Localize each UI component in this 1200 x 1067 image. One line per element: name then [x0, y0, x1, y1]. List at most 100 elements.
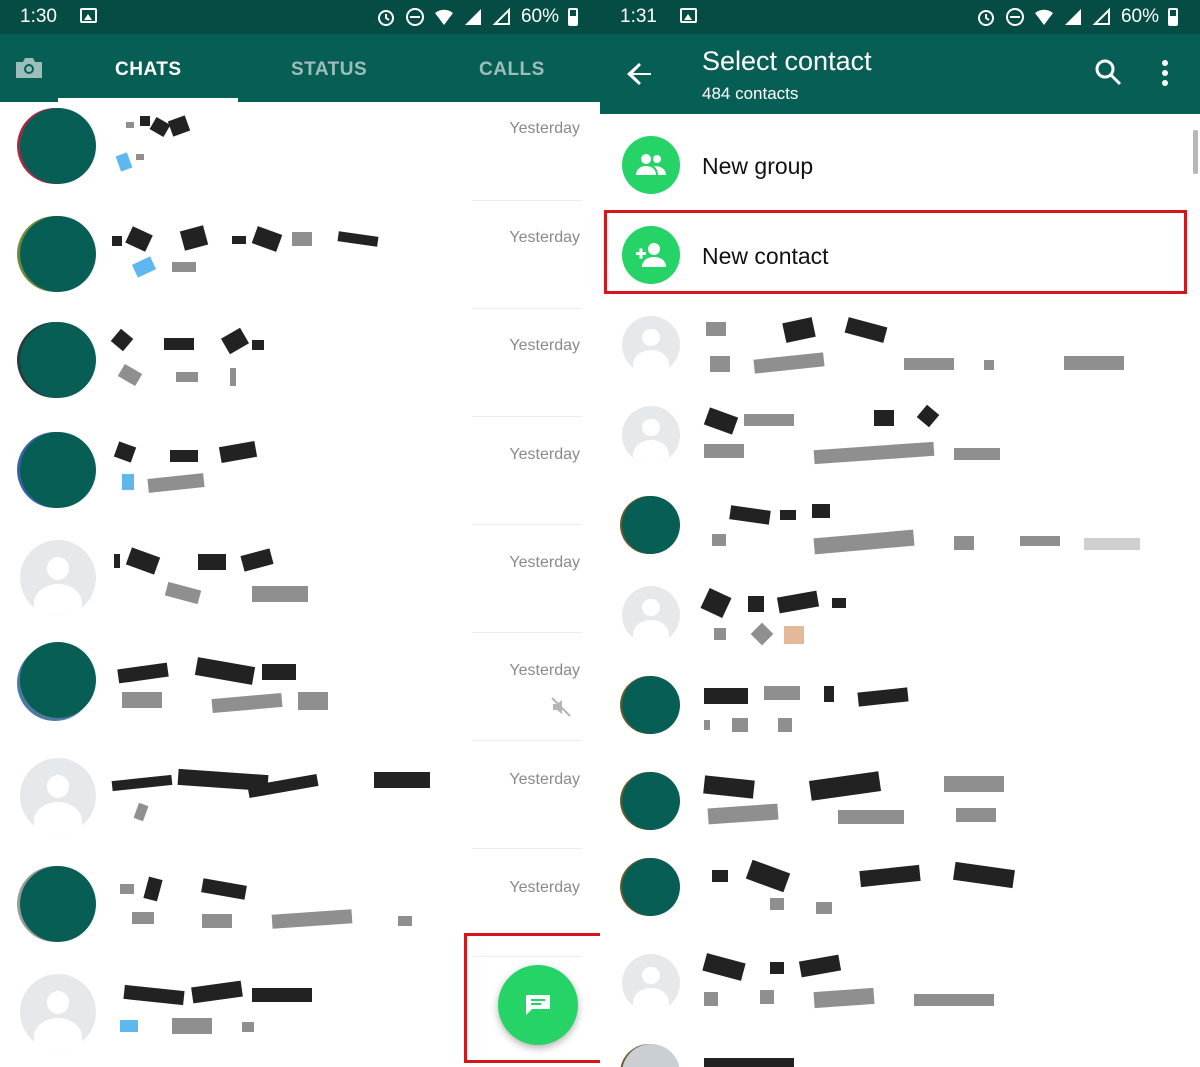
- redaction-mark: [143, 876, 163, 902]
- redaction-mark: [179, 225, 209, 251]
- contact-list-item[interactable]: [600, 1028, 1200, 1067]
- redaction-mark: [745, 859, 791, 893]
- contact-list-item[interactable]: [600, 480, 1200, 570]
- redaction-mark: [712, 534, 726, 546]
- highlight-box: [604, 210, 1187, 294]
- contact-list-item[interactable]: [600, 842, 1200, 932]
- signal-empty-icon: [1092, 7, 1112, 27]
- redaction-mark: [707, 803, 779, 825]
- redaction-mark: [110, 328, 134, 352]
- new-group-row[interactable]: New group: [600, 120, 1200, 210]
- chat-list-item[interactable]: Yesterday: [0, 534, 600, 642]
- redaction-mark: [1064, 356, 1124, 370]
- redaction-mark: [147, 473, 205, 493]
- contact-list-item[interactable]: [600, 300, 1200, 390]
- redaction-mark: [813, 987, 875, 1009]
- signal-icon: [1063, 7, 1083, 27]
- avatar: [622, 858, 680, 916]
- redaction-mark: [251, 226, 283, 252]
- chat-list-item[interactable]: Yesterday: [0, 210, 600, 318]
- redaction-mark: [914, 994, 994, 1006]
- redacted-name: [703, 404, 944, 435]
- redacted-message: [112, 1018, 272, 1038]
- contact-list-item[interactable]: [600, 570, 1200, 660]
- contact-list-item[interactable]: [600, 390, 1200, 480]
- redacted-message: [112, 473, 232, 494]
- more-vert-icon[interactable]: [1160, 60, 1170, 88]
- redacted-message: [704, 529, 1144, 555]
- redacted-message: [112, 802, 152, 824]
- battery-percent: 60%: [1120, 6, 1159, 27]
- avatar-placeholder: [622, 316, 680, 374]
- redaction-mark: [123, 984, 185, 1006]
- redacted-name: [110, 327, 272, 355]
- redacted-name: [112, 876, 252, 902]
- new-chat-button[interactable]: [498, 965, 578, 1045]
- chat-time: Yesterday: [509, 771, 580, 788]
- redacted-name: [704, 504, 864, 526]
- back-icon[interactable]: [626, 60, 654, 88]
- search-icon[interactable]: [1094, 58, 1122, 86]
- avatar-placeholder: [622, 954, 680, 1012]
- redaction-mark: [956, 808, 996, 822]
- tab-bar: CHATS STATUS CALLS: [0, 34, 600, 102]
- divider: [472, 200, 582, 201]
- tab-status[interactable]: STATUS: [291, 59, 367, 81]
- redaction-mark: [125, 226, 153, 252]
- redacted-message: [112, 692, 352, 714]
- tab-chats[interactable]: CHATS: [115, 59, 182, 81]
- redaction-mark: [729, 505, 771, 525]
- contact-list-item[interactable]: [600, 938, 1200, 1028]
- divider: [472, 740, 582, 741]
- dnd-icon: [405, 7, 425, 27]
- redaction-mark: [750, 622, 774, 646]
- chat-list-item[interactable]: Yesterday: [0, 750, 600, 858]
- contact-list-item[interactable]: [600, 756, 1200, 846]
- redaction-mark: [764, 686, 800, 700]
- chat-list-item[interactable]: Yesterday: [0, 426, 600, 534]
- redaction-mark: [859, 864, 921, 888]
- redaction-mark: [813, 529, 915, 555]
- redaction-mark: [191, 980, 243, 1004]
- avatar-placeholder: [20, 974, 96, 1050]
- avatar: [20, 866, 96, 942]
- redaction-mark: [1020, 536, 1060, 546]
- redaction-mark: [732, 718, 748, 732]
- redaction-mark: [298, 692, 328, 710]
- redacted-name: [112, 440, 272, 466]
- contact-list-item[interactable]: [600, 660, 1200, 750]
- avatar-placeholder: [622, 586, 680, 644]
- signal-icon: [463, 7, 483, 27]
- redaction-mark: [398, 916, 412, 926]
- chat-list-item[interactable]: Yesterday: [0, 102, 600, 210]
- redaction-mark: [760, 990, 774, 1004]
- avatar-placeholder: [20, 758, 96, 834]
- redaction-mark: [816, 902, 832, 914]
- status-time: 1:30: [20, 6, 57, 27]
- redacted-name: [112, 657, 302, 685]
- redaction-mark: [122, 692, 162, 708]
- redaction-mark: [706, 322, 726, 336]
- camera-icon[interactable]: [14, 56, 44, 80]
- redaction-mark: [813, 441, 935, 465]
- redacted-name: [704, 859, 1024, 893]
- redaction-mark: [984, 360, 994, 370]
- signal-empty-icon: [492, 7, 512, 27]
- avatar: [622, 772, 680, 830]
- redaction-mark: [712, 870, 728, 882]
- avatar: [20, 642, 96, 718]
- select-contact-screen: 1:31 60% Select contact 484 contacts New…: [600, 0, 1200, 1067]
- redaction-mark: [337, 231, 379, 247]
- wifi-icon: [1034, 7, 1054, 27]
- chat-list-item[interactable]: Yesterday: [0, 318, 600, 426]
- chat-list-item[interactable]: Yesterday: [0, 642, 600, 750]
- redaction-mark: [954, 448, 1000, 460]
- status-bar: 1:30 60%: [0, 0, 600, 34]
- redaction-mark: [703, 407, 739, 435]
- redaction-mark: [220, 327, 250, 355]
- redaction-mark: [115, 152, 133, 172]
- redaction-mark: [240, 548, 274, 572]
- redacted-name: [702, 953, 874, 981]
- redaction-mark: [120, 884, 134, 894]
- tab-calls[interactable]: CALLS: [479, 59, 545, 81]
